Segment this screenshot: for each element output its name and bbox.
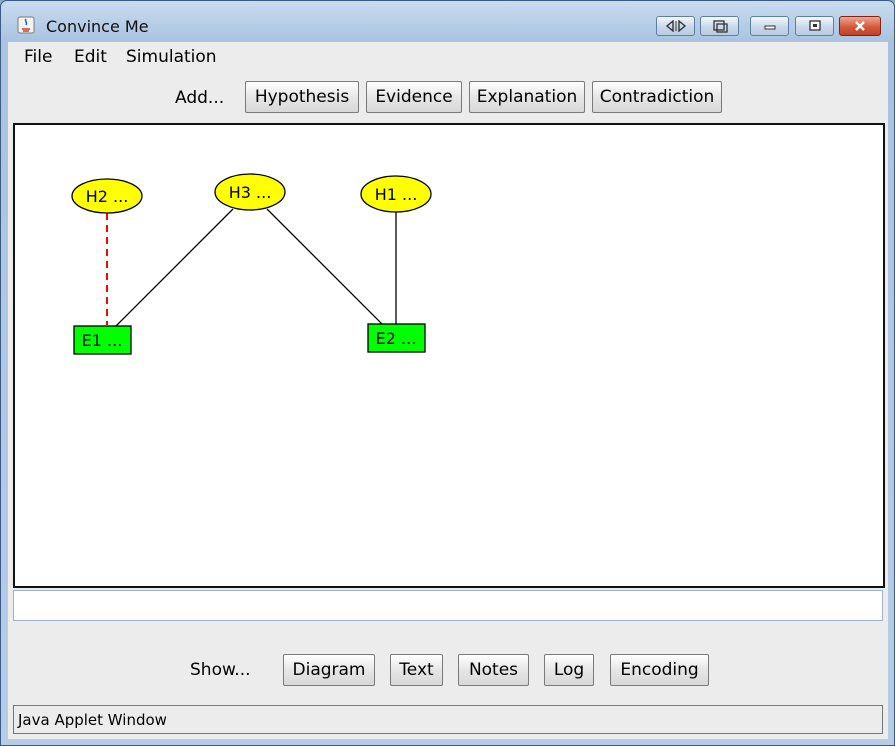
hypothesis-node-h1[interactable]: H1 ... <box>360 175 432 213</box>
add-evidence-button[interactable]: Evidence <box>366 81 462 113</box>
window-title: Convince Me <box>46 17 149 36</box>
show-encoding-button[interactable]: Encoding <box>610 654 709 686</box>
minimize-icon[interactable] <box>750 16 789 36</box>
copy-icon[interactable] <box>700 16 739 36</box>
show-text-button[interactable]: Text <box>390 654 443 686</box>
status-bar: Java Applet Window <box>13 705 883 734</box>
show-notes-button[interactable]: Notes <box>458 654 529 686</box>
add-explanation-button[interactable]: Explanation <box>469 81 585 113</box>
show-diagram-button[interactable]: Diagram <box>283 654 375 686</box>
show-label: Show... <box>190 660 251 680</box>
node-label: E2 ... <box>376 329 417 348</box>
menu-edit[interactable]: Edit <box>74 47 107 67</box>
menu-simulation[interactable]: Simulation <box>126 47 217 67</box>
add-toolbar: Add... Hypothesis Evidence Explanation C… <box>8 72 888 124</box>
add-hypothesis-button[interactable]: Hypothesis <box>245 81 359 113</box>
hypothesis-node-h3[interactable]: H3 ... <box>214 173 286 211</box>
add-label: Add... <box>175 88 225 108</box>
node-label: E1 ... <box>82 331 123 350</box>
show-toolbar: Show... Diagram Text Notes Log Encoding <box>8 650 888 690</box>
maximize-icon[interactable] <box>795 16 834 36</box>
close-icon[interactable] <box>839 16 881 36</box>
node-label: H2 ... <box>86 187 129 206</box>
node-label: H1 ... <box>375 185 418 204</box>
evidence-node-e1[interactable]: E1 ... <box>73 325 132 355</box>
menu-bar: File Edit Simulation <box>8 42 888 72</box>
show-log-button[interactable]: Log <box>544 654 594 686</box>
app-window: Convince Me File Edit Simulation Add... … <box>0 0 895 746</box>
node-label: H3 ... <box>229 183 272 202</box>
add-contradiction-button[interactable]: Contradiction <box>592 81 722 113</box>
explanation-link-h3-e1[interactable] <box>114 208 234 328</box>
evidence-node-e2[interactable]: E2 ... <box>367 323 426 353</box>
menu-file[interactable]: File <box>24 47 52 67</box>
title-bar[interactable]: Convince Me <box>1 1 894 41</box>
client-area: File Edit Simulation Add... Hypothesis E… <box>8 42 888 739</box>
java-icon <box>17 16 35 34</box>
explanation-link-h3-e2[interactable] <box>266 208 384 326</box>
hypothesis-node-h2[interactable]: H2 ... <box>71 178 143 214</box>
command-input[interactable] <box>13 590 883 621</box>
diagram-canvas[interactable]: H2 ... H3 ... H1 ... E1 ... E2 ... <box>13 123 885 588</box>
resize-arrows-icon[interactable] <box>656 16 695 36</box>
